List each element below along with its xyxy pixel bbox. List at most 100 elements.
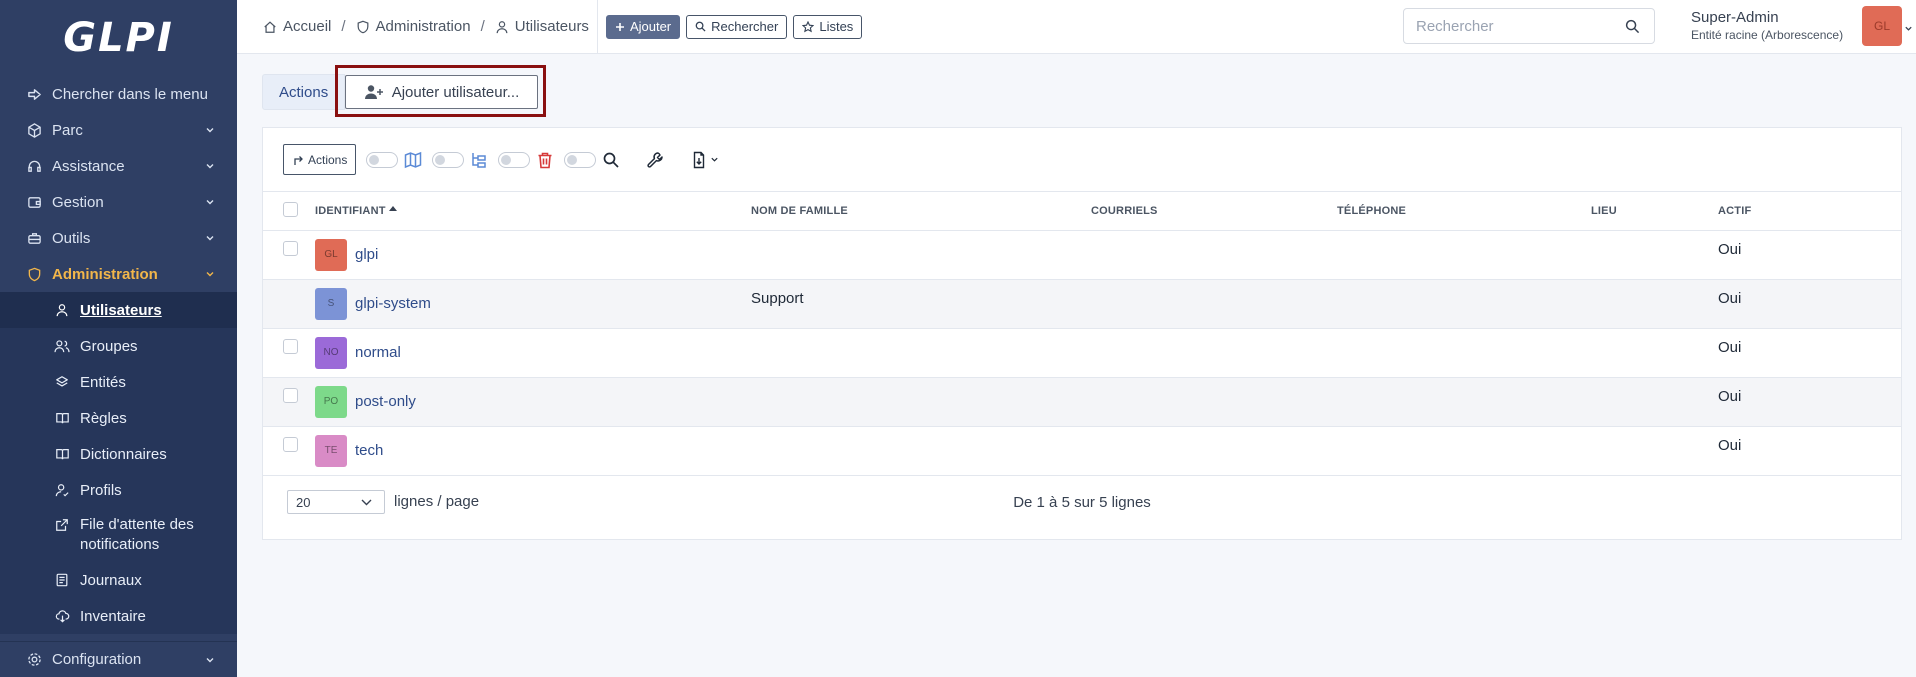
sidebar-item-profils[interactable]: Profils [0,472,237,508]
row-checkbox[interactable] [283,436,298,452]
user-link[interactable]: post-only [355,393,416,410]
map-icon[interactable] [404,151,422,169]
breadcrumb: Accueil / Administration / Utilisateurs [237,0,598,54]
row-select-cell [263,279,315,329]
location-cell [1591,279,1718,329]
sidebar-item-assistance[interactable]: Assistance [0,148,237,184]
lists-button[interactable]: Listes [793,14,863,39]
trash-icon[interactable] [536,151,554,169]
last-name-cell [751,230,1091,280]
table-row: Sglpi-system Support Oui [263,279,1901,329]
sitemap-icon[interactable] [470,151,488,169]
row-count: De 1 à 5 sur 5 lignes [1013,494,1151,511]
row-checkbox[interactable] [283,387,298,403]
tab-actions[interactable]: Actions [262,74,346,110]
tree-toggle[interactable] [432,151,465,168]
sidebar: GLPI Chercher dans le menu Parc Assistan… [0,0,237,677]
global-search-input[interactable]: Rechercher [1403,8,1655,44]
column-header-actif[interactable]: Actif [1718,192,1901,231]
avatar-initials: GL [1873,19,1890,33]
add-user-button[interactable]: Ajouter utilisateur... [345,75,538,109]
sidebar-sub-label: Dictionnaires [80,445,167,463]
column-label: Lieu [1591,204,1617,217]
sidebar-item-utilisateurs[interactable]: Utilisateurs [0,292,237,328]
search-icon[interactable] [1625,19,1640,34]
sidebar-item-regles[interactable]: Règles [0,400,237,436]
column-header-telephone[interactable]: Téléphone [1337,192,1591,231]
sidebar-sub-label: Inventaire [80,607,146,625]
ident-cell: TE tech [315,426,751,476]
breadcrumb-home[interactable]: Accueil [263,18,331,35]
search-icon[interactable] [602,151,620,169]
sidebar-item-notifications-queue[interactable]: File d'attente des notifications [0,508,237,562]
sidebar-sub-label: File d'attente des notifications [80,516,194,553]
sidebar-item-entites[interactable]: Entités [0,364,237,400]
column-label: Identifiant [315,204,386,217]
logs-icon [54,572,70,588]
users-list-card: Actions Identifiant Nom de famille Courr… [262,127,1902,540]
avatar-initials: NO [323,347,339,358]
user-link[interactable]: glpi [355,246,378,263]
user-link[interactable]: glpi-system [355,295,431,312]
sidebar-item-administration[interactable]: Administration [0,256,237,292]
search-icon [695,21,706,32]
sidebar-item-gestion[interactable]: Gestion [0,184,237,220]
home-icon [264,20,276,33]
sidebar-item-groupes[interactable]: Groupes [0,328,237,364]
last-name-cell [751,426,1091,476]
sidebar-item-parc[interactable]: Parc [0,112,237,148]
sidebar-item-inventaire[interactable]: Inventaire [0,598,237,634]
corner-arrow-icon [294,155,303,165]
actions-label: Actions [308,152,348,167]
external-link-icon [54,517,70,533]
sidebar-sub-label: Groupes [80,337,138,355]
active-cell: Oui [1718,279,1901,329]
layers-icon [54,374,70,390]
shield-icon [26,266,42,282]
column-header-nom[interactable]: Nom de famille [751,192,1091,231]
avatar[interactable]: GL [1862,6,1902,46]
phone-cell [1337,328,1591,378]
trash-toggle[interactable] [498,151,531,168]
sidebar-sub-label: Utilisateurs [80,301,162,319]
user-link[interactable]: tech [355,442,383,459]
breadcrumb-utilisateurs[interactable]: Utilisateurs [495,18,589,35]
column-header-lieu[interactable]: Lieu [1591,192,1718,231]
sidebar-sub-label: Journaux [80,571,142,589]
last-name-cell [751,377,1091,427]
column-header-identifiant[interactable]: Identifiant [315,192,751,231]
ident-cell: Sglpi-system [315,279,751,329]
massive-actions-button[interactable]: Actions [283,144,357,175]
sidebar-item-journaux[interactable]: Journaux [0,562,237,598]
add-user-label: Ajouter utilisateur... [391,83,520,101]
user-link[interactable]: normal [355,344,401,361]
email-cell [1091,377,1337,427]
location-cell [1591,377,1718,427]
briefcase-icon [26,230,42,246]
add-button[interactable]: Ajouter [605,14,681,39]
sidebar-item-configuration[interactable]: Configuration [0,641,237,677]
users-icon [54,338,70,354]
sidebar-sub-label: Entités [80,373,126,391]
phone-cell [1337,377,1591,427]
row-checkbox[interactable] [283,240,298,256]
search-button[interactable]: Rechercher [686,14,788,39]
phone-cell [1337,230,1591,280]
shield-icon [357,20,368,33]
user-menu[interactable]: Super-Admin Entité racine (Arborescence) [1691,9,1843,42]
search-toggle[interactable] [564,151,597,168]
sidebar-item-outils[interactable]: Outils [0,220,237,256]
breadcrumb-administration[interactable]: Administration [356,18,471,35]
avatar-initials: S [327,298,335,309]
row-checkbox[interactable] [283,338,298,354]
chevron-down-icon[interactable] [1904,24,1913,33]
sidebar-item-dictionnaires[interactable]: Dictionnaires [0,436,237,472]
select-all-checkbox[interactable] [283,201,298,217]
wrench-icon[interactable] [646,151,664,169]
map-toggle[interactable] [366,151,399,168]
column-header-courriels[interactable]: Courriels [1091,192,1337,231]
glpi-logo[interactable]: GLPI [0,0,237,76]
user-icon [54,302,70,318]
menu-search[interactable]: Chercher dans le menu [0,76,237,112]
export-icon[interactable] [690,151,719,169]
